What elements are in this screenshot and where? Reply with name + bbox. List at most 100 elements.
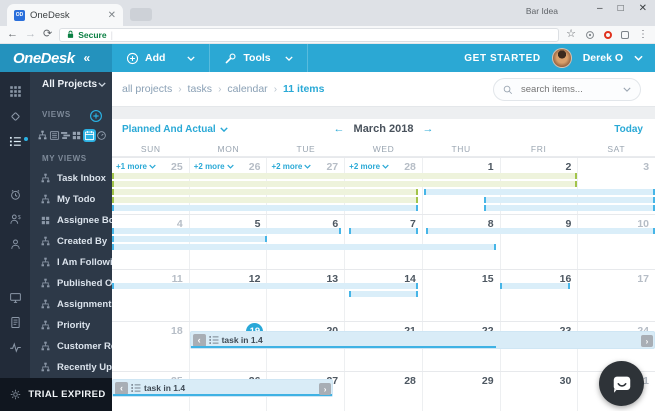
schedule-bar[interactable] — [348, 228, 419, 234]
view-type-board[interactable] — [71, 129, 82, 142]
back-icon[interactable]: ← — [7, 29, 18, 40]
app-window: OD OneDesk ✕ Bar Idea – □ ✕ ← → ⟳ Secure… — [0, 0, 655, 411]
forward-icon[interactable]: → — [25, 29, 36, 40]
get-started-button[interactable]: GET STARTED — [464, 53, 540, 64]
schedule-bar[interactable] — [484, 197, 655, 203]
schedule-bar[interactable] — [426, 228, 655, 234]
my-view-item[interactable]: Customer Req... — [30, 336, 112, 357]
browser-tab[interactable]: OD OneDesk ✕ — [7, 4, 123, 26]
schedule-bar[interactable] — [112, 205, 419, 211]
task-bar[interactable]: ‹ task in 1.4 › — [189, 331, 655, 349]
secure-badge[interactable]: Secure — [66, 30, 107, 40]
breadcrumb-calendar[interactable]: calendar — [227, 83, 267, 95]
refresh-icon[interactable]: ⟳ — [43, 29, 52, 40]
schedule-bar[interactable] — [112, 197, 419, 203]
prev-month-button[interactable]: ← — [325, 123, 354, 135]
task-label: task in 1.4 — [221, 335, 263, 345]
tools-button[interactable]: Tools — [210, 44, 308, 72]
day-header: MON — [217, 144, 240, 154]
task-type-icon — [208, 335, 219, 345]
my-view-item[interactable]: Recently Upda... — [30, 357, 112, 378]
bar-start-mark — [426, 228, 429, 234]
add-view-button[interactable] — [89, 109, 103, 123]
task-continue-left-icon[interactable]: ‹ — [192, 333, 206, 347]
today-button[interactable]: Today — [614, 124, 643, 135]
search-options-chevron-icon[interactable] — [623, 87, 631, 92]
bar-start-mark — [112, 283, 114, 289]
search-box[interactable] — [493, 78, 641, 101]
extension-icon-2[interactable] — [604, 30, 612, 39]
rail-item-forms[interactable] — [0, 310, 30, 334]
view-type-tree[interactable] — [37, 129, 48, 142]
collapse-sidebar-icon[interactable]: « — [84, 51, 91, 65]
calendar-week-row: 18192021222324‹task in 1.4› — [112, 321, 655, 371]
my-view-label: I Am Following — [57, 257, 112, 268]
my-view-item[interactable]: Created By — [30, 231, 112, 252]
search-input[interactable] — [519, 83, 617, 96]
add-button[interactable]: Add — [112, 44, 211, 72]
my-view-label: My Todo — [57, 194, 96, 205]
onedesk-logo: OneDesk — [13, 49, 75, 67]
my-view-item[interactable]: Published On P... — [30, 273, 112, 294]
my-view-item[interactable]: Assignments — [30, 294, 112, 315]
bookmark-star-icon[interactable]: ☆ — [566, 29, 576, 40]
tab-close-icon[interactable]: ✕ — [108, 10, 116, 21]
schedule-bar[interactable] — [112, 173, 578, 179]
task-continue-right-icon[interactable]: › — [640, 335, 653, 347]
schedule-bar[interactable] — [112, 189, 419, 195]
schedule-bar[interactable] — [423, 189, 655, 195]
bar-start-mark — [423, 189, 426, 195]
views-section-label: VIEWS — [42, 110, 71, 119]
extension-icon-1[interactable] — [585, 30, 595, 40]
rail-item-users[interactable] — [0, 232, 30, 256]
orgtree-icon — [40, 341, 51, 352]
schedule-bar[interactable] — [112, 181, 578, 187]
rail-item-apps[interactable] — [0, 79, 30, 103]
schedule-bar[interactable] — [112, 236, 268, 242]
gear-icon[interactable] — [9, 388, 22, 401]
rail-item-timesheets[interactable] — [0, 182, 30, 206]
my-view-item[interactable]: My Todo — [30, 189, 112, 210]
bar-start-mark — [112, 228, 114, 234]
view-type-flat[interactable] — [48, 129, 59, 142]
new-tab-button[interactable] — [130, 8, 152, 21]
window-close-button[interactable]: ✕ — [639, 3, 647, 14]
task-bar[interactable]: ‹ task in 1.4 › — [112, 379, 334, 397]
schedule-bar[interactable] — [112, 244, 496, 250]
window-minimize-button[interactable]: – — [597, 3, 603, 14]
view-type-status[interactable] — [96, 129, 107, 142]
view-type-calendar[interactable] — [82, 129, 96, 142]
my-view-item[interactable]: Assignee Board — [30, 210, 112, 231]
view-type-gantt[interactable] — [60, 129, 71, 142]
my-view-item[interactable]: Priority — [30, 315, 112, 336]
user-avatar[interactable] — [551, 48, 572, 68]
bar-end-mark — [338, 228, 341, 234]
rail-item-portal[interactable] — [0, 285, 30, 309]
schedule-bar[interactable] — [484, 205, 655, 211]
bar-end-mark — [493, 244, 496, 250]
schedule-bar[interactable] — [112, 283, 419, 289]
schedule-bar[interactable] — [348, 291, 419, 297]
rail-item-activity[interactable] — [0, 335, 30, 359]
task-continue-right-icon[interactable]: › — [319, 383, 332, 395]
chat-launcher-button[interactable] — [599, 361, 644, 406]
rail-item-tasks[interactable] — [0, 129, 30, 153]
extension-icon-3[interactable] — [621, 30, 629, 39]
my-view-item[interactable]: Task Inbox — [30, 168, 112, 189]
user-name[interactable]: Derek O — [583, 52, 623, 64]
schedule-bar[interactable] — [112, 228, 341, 234]
month-title: March 2018 — [353, 123, 414, 135]
rail-item-tickets[interactable] — [0, 104, 30, 128]
browser-menu-icon[interactable]: ⋮ — [638, 29, 648, 40]
rail-item-customers[interactable]: $ — [0, 207, 30, 231]
user-menu-chevron-icon[interactable] — [634, 55, 643, 61]
next-month-button[interactable]: → — [413, 123, 442, 135]
schedule-bar[interactable] — [499, 283, 570, 289]
my-view-item[interactable]: I Am Following — [30, 252, 112, 273]
project-selector[interactable]: All Projects — [42, 79, 106, 90]
window-maximize-button[interactable]: □ — [618, 3, 624, 14]
url-field[interactable]: Secure | — [59, 27, 560, 42]
task-continue-left-icon[interactable]: ‹ — [115, 381, 128, 395]
breadcrumb-tasks[interactable]: tasks — [188, 83, 213, 95]
breadcrumb-all-projects[interactable]: all projects — [122, 83, 172, 95]
